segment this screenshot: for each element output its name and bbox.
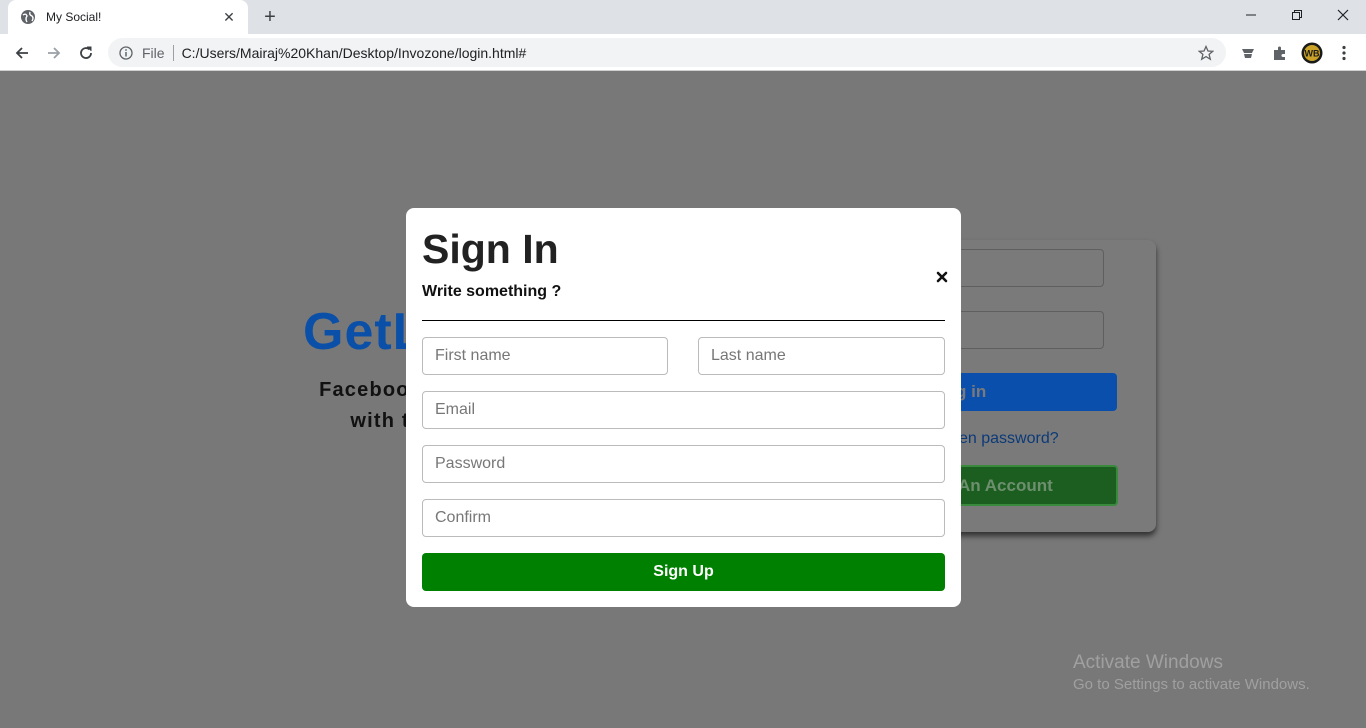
last-name-input[interactable] xyxy=(698,337,945,375)
forward-arrow-icon[interactable] xyxy=(40,39,68,67)
modal-divider xyxy=(422,320,945,321)
close-window-icon[interactable] xyxy=(1320,0,1366,30)
sign-up-button[interactable]: Sign Up xyxy=(422,553,945,591)
back-arrow-icon[interactable] xyxy=(8,39,36,67)
info-icon[interactable] xyxy=(118,45,134,61)
close-tab-icon[interactable]: ✕ xyxy=(220,8,238,26)
new-tab-icon[interactable]: + xyxy=(258,5,282,29)
restore-icon[interactable] xyxy=(1274,0,1320,30)
address-bar[interactable]: File C:/Users/Mairaj%20Khan/Desktop/Invo… xyxy=(108,38,1226,67)
first-name-input[interactable] xyxy=(422,337,668,375)
omnibox-divider xyxy=(172,44,174,61)
create-account-button: An Account xyxy=(936,465,1118,506)
signup-modal: Sign In Write something ? Sign Up xyxy=(406,208,961,607)
svg-text:WB: WB xyxy=(1305,49,1320,59)
globe-icon xyxy=(20,9,36,25)
tab-title: My Social! xyxy=(46,10,102,24)
close-icon[interactable] xyxy=(935,268,949,286)
reload-icon[interactable] xyxy=(72,39,100,67)
profile-avatar[interactable]: WB xyxy=(1300,41,1324,65)
modal-title: Sign In xyxy=(422,226,559,272)
modal-subtitle: Write something ? xyxy=(422,283,562,300)
confirm-password-input[interactable] xyxy=(422,499,945,537)
minimize-icon[interactable] xyxy=(1228,0,1274,30)
extension-icon[interactable] xyxy=(1236,41,1260,65)
forgot-password-link: en password? xyxy=(959,430,1059,447)
window-controls xyxy=(1228,0,1366,34)
email-input[interactable] xyxy=(422,391,945,429)
browser-tab[interactable]: My Social! ✕ xyxy=(8,0,248,34)
browser-toolbar: File C:/Users/Mairaj%20Khan/Desktop/Invo… xyxy=(0,34,1366,71)
password-input[interactable] xyxy=(422,445,945,483)
url-scheme-label: File xyxy=(142,44,165,61)
login-button: g in xyxy=(936,373,1117,411)
bookmark-star-icon[interactable] xyxy=(1196,43,1216,63)
url-text[interactable]: C:/Users/Mairaj%20Khan/Desktop/Invozone/… xyxy=(182,45,1196,61)
browser-menu-icon[interactable] xyxy=(1332,41,1356,65)
login-password-field xyxy=(940,311,1104,349)
browser-tab-bar: My Social! ✕ + xyxy=(0,0,1366,34)
activation-watermark-subtitle: Go to Settings to activate Windows. xyxy=(1073,676,1310,693)
activation-watermark-title: Activate Windows xyxy=(1073,652,1223,673)
extensions-puzzle-icon[interactable] xyxy=(1268,41,1292,65)
login-email-field xyxy=(940,249,1104,287)
